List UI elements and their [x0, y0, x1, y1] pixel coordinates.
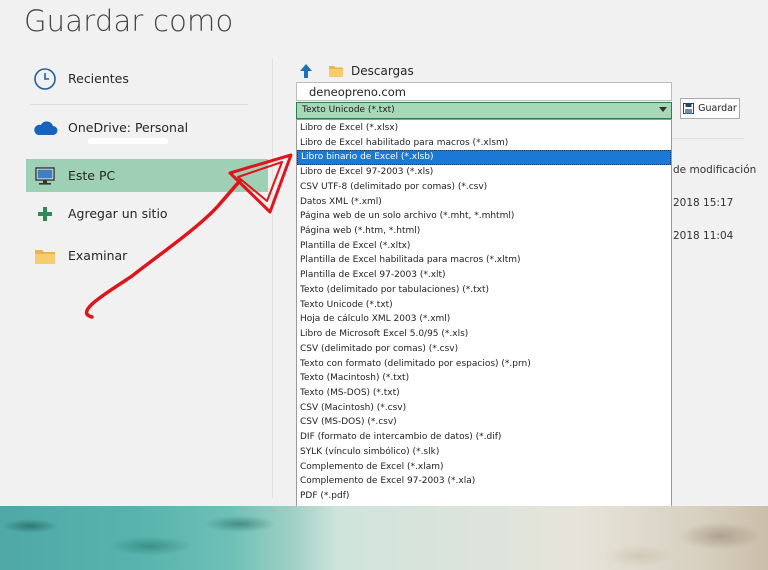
filetype-option[interactable]: Complemento de Excel (*.xlam) [297, 460, 671, 475]
save-button-label: Guardar [698, 103, 737, 114]
column-header-date[interactable]: de modificación [673, 164, 756, 176]
up-arrow-icon[interactable] [298, 63, 314, 79]
filetype-option[interactable]: PDF (*.pdf) [297, 489, 671, 504]
breadcrumb: Descargas [298, 61, 414, 81]
background-photo [0, 506, 768, 570]
filetype-option[interactable]: Plantilla de Excel habilitada para macro… [297, 253, 671, 268]
chevron-down-icon [659, 107, 667, 112]
filetype-option[interactable]: Libro de Excel (*.xlsx) [297, 121, 671, 136]
filename-input[interactable] [296, 82, 672, 101]
filetype-option[interactable]: Texto (delimitado por tabulaciones) (*.t… [297, 283, 671, 298]
nav-item-este-pc[interactable]: Este PC [26, 159, 268, 192]
filetype-option[interactable]: Página web de un solo archivo (*.mht, *.… [297, 209, 671, 224]
clock-icon [30, 66, 60, 92]
folder-icon [30, 243, 60, 269]
filetype-option[interactable]: CSV (MS-DOS) (*.csv) [297, 415, 671, 430]
filetype-select[interactable]: Texto Unicode (*.txt) [296, 102, 672, 119]
filetype-option[interactable]: Página web (*.htm, *.html) [297, 224, 671, 239]
file-date: 2018 11:04 [673, 230, 734, 242]
nav-item-label: Agregar un sitio [68, 206, 168, 221]
cloud-icon [30, 115, 60, 141]
filetype-option[interactable]: DIF (formato de intercambio de datos) (*… [297, 430, 671, 445]
nav-item-examinar[interactable]: Examinar [26, 239, 268, 272]
computer-icon [30, 163, 60, 189]
nav-item-agregar-sitio[interactable]: Agregar un sitio [26, 197, 268, 230]
filetype-option[interactable]: CSV (delimitado por comas) (*.csv) [297, 342, 671, 357]
filetype-option[interactable]: Libro de Microsoft Excel 5.0/95 (*.xls) [297, 327, 671, 342]
save-disk-icon [683, 103, 695, 114]
save-button[interactable]: Guardar [680, 98, 740, 119]
filetype-option[interactable]: Libro binario de Excel (*.xlsb) [297, 150, 671, 166]
filetype-option[interactable]: Texto (Macintosh) (*.txt) [297, 371, 671, 386]
nav-item-recientes[interactable]: Recientes [26, 62, 268, 95]
nav-item-label: Examinar [68, 248, 128, 263]
breadcrumb-folder[interactable]: Descargas [351, 64, 414, 78]
page-title: Guardar como [24, 4, 234, 38]
filetype-selected: Texto Unicode (*.txt) [302, 105, 395, 115]
pane-separator [272, 58, 273, 498]
filetype-option[interactable]: CSV UTF-8 (delimitado por comas) (*.csv) [297, 180, 671, 195]
filetype-option[interactable]: Plantilla de Excel 97-2003 (*.xlt) [297, 268, 671, 283]
nav-item-label: Recientes [68, 71, 129, 86]
filetype-dropdown-list[interactable]: Libro de Excel (*.xlsx) Libro de Excel ha… [296, 119, 672, 545]
filetype-option[interactable]: Libro de Excel habilitado para macros (*… [297, 136, 671, 151]
filetype-option[interactable]: SYLK (vínculo simbólico) (*.slk) [297, 445, 671, 460]
filetype-option[interactable]: CSV (Macintosh) (*.csv) [297, 401, 671, 416]
redaction-bar [88, 138, 168, 144]
filetype-option[interactable]: Datos XML (*.xml) [297, 195, 671, 210]
filetype-option[interactable]: Plantilla de Excel (*.xltx) [297, 239, 671, 254]
filetype-option[interactable]: Complemento de Excel 97-2003 (*.xla) [297, 474, 671, 489]
filetype-option[interactable]: Texto (MS-DOS) (*.txt) [297, 386, 671, 401]
plus-icon [30, 201, 60, 227]
nav-item-label: Este PC [68, 168, 116, 183]
folder-icon [328, 64, 344, 78]
nav-item-label: OneDrive: Personal [68, 120, 189, 135]
filetype-option[interactable]: Texto Unicode (*.txt) [297, 298, 671, 313]
filetype-option[interactable]: Libro de Excel 97-2003 (*.xls) [297, 165, 671, 180]
filetype-option[interactable]: Hoja de cálculo XML 2003 (*.xml) [297, 312, 671, 327]
nav-divider [30, 104, 248, 105]
file-date: 2018 15:17 [673, 197, 734, 209]
filetype-option[interactable]: Texto con formato (delimitado por espaci… [297, 357, 671, 372]
